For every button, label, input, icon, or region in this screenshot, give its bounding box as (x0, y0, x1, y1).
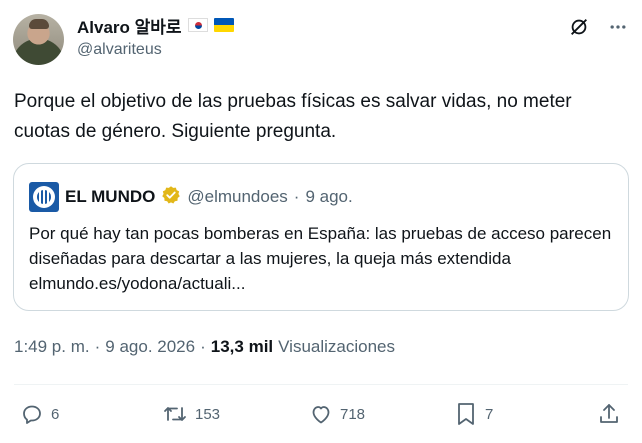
author-display-name[interactable]: Alvaro 알바로 (77, 13, 182, 38)
verified-gold-badge-icon (161, 185, 181, 210)
reply-button[interactable]: 6 (20, 401, 59, 427)
author-avatar[interactable] (13, 14, 64, 65)
grok-icon[interactable] (568, 16, 590, 38)
meta-separator: · (94, 337, 101, 356)
reply-count: 6 (51, 405, 60, 423)
tweet-date[interactable]: 9 ago. 2026 (105, 337, 195, 357)
top-actions (568, 16, 628, 38)
repost-icon (162, 402, 188, 426)
bookmark-icon (454, 401, 478, 427)
quoted-tweet-card[interactable]: EL MUNDO @elmundoes · 9 ago. Por qué hay… (13, 163, 629, 311)
bookmark-button[interactable]: 7 (454, 401, 493, 427)
quoted-date[interactable]: 9 ago. (305, 187, 352, 207)
tweet-meta: 1:49 p. m. · 9 ago. 2026 · 13,3 mil Visu… (14, 337, 395, 357)
share-button[interactable] (597, 401, 621, 427)
views-count: 13,3 mil (210, 337, 274, 356)
divider (14, 384, 628, 385)
quoted-handle[interactable]: @elmundoes (187, 187, 287, 207)
south-korea-flag-icon (187, 18, 208, 32)
bookmark-count: 7 (485, 405, 494, 423)
author-name-row: Alvaro 알바로 (77, 13, 234, 38)
views-label: Visualizaciones (278, 337, 396, 356)
like-count: 718 (340, 405, 366, 423)
like-button[interactable]: 718 (309, 401, 365, 427)
quoted-author-name[interactable]: EL MUNDO (65, 187, 155, 207)
repost-count: 153 (195, 405, 221, 423)
tweet-text: Porque el objetivo de las pruebas física… (14, 91, 572, 142)
tweet-time[interactable]: 1:49 p. m. (14, 337, 90, 357)
el-mundo-logo-icon[interactable] (29, 182, 59, 212)
heart-icon (309, 402, 333, 426)
share-icon (597, 402, 621, 426)
quoted-header: EL MUNDO @elmundoes · 9 ago. (29, 182, 353, 212)
quoted-text: Por qué hay tan pocas bomberas en España… (29, 224, 612, 293)
action-bar: 6 153 718 7 (20, 401, 625, 427)
meta-separator: · (200, 337, 206, 356)
reply-icon (20, 402, 44, 426)
repost-button[interactable]: 153 (162, 401, 220, 427)
quoted-separator: · (293, 187, 300, 206)
ukraine-flag-icon (213, 18, 234, 32)
more-options-icon[interactable] (608, 17, 628, 37)
author-handle[interactable]: @alvariteus (77, 41, 162, 59)
